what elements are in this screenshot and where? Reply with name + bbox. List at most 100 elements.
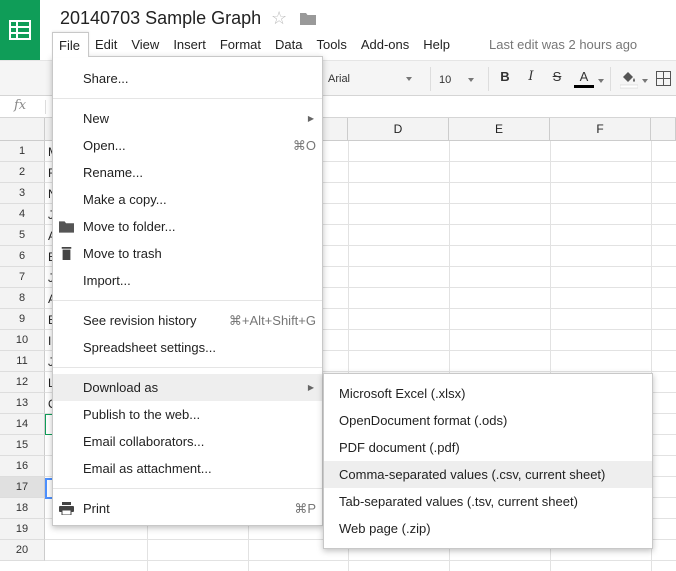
column-header-d[interactable]: D: [348, 118, 449, 141]
row-header[interactable]: 2: [0, 162, 45, 183]
row-header[interactable]: 1: [0, 141, 45, 162]
menu-addons[interactable]: Add-ons: [355, 32, 417, 57]
menu-tools[interactable]: Tools: [310, 32, 354, 57]
shortcut-label: ⌘O: [292, 138, 316, 153]
menu-item-download-as[interactable]: Download as ▶: [53, 374, 322, 401]
download-csv[interactable]: Comma-separated values (.csv, current sh…: [324, 461, 652, 488]
download-web-page[interactable]: Web page (.zip): [324, 515, 652, 542]
menu-format[interactable]: Format: [214, 32, 269, 57]
sheets-logo[interactable]: [0, 0, 40, 60]
row-header[interactable]: 4: [0, 204, 45, 225]
chevron-down-icon[interactable]: [642, 79, 648, 83]
text-color-label: A: [579, 69, 589, 84]
menu-separator: [53, 367, 322, 368]
row-header[interactable]: 18: [0, 498, 45, 519]
row-header[interactable]: 9: [0, 309, 45, 330]
column-header-g[interactable]: [651, 118, 676, 141]
star-icon[interactable]: ☆: [271, 8, 287, 29]
row-header[interactable]: 5: [0, 225, 45, 246]
print-icon: [59, 502, 74, 515]
menu-separator: [53, 98, 322, 99]
menu-item-label: Move to trash: [83, 246, 162, 261]
menu-item-make-copy[interactable]: Make a copy...: [53, 186, 322, 213]
select-all-corner[interactable]: [0, 118, 45, 141]
menu-item-move-to-trash[interactable]: Move to trash: [53, 240, 322, 267]
row-header[interactable]: 7: [0, 267, 45, 288]
grid-line: [45, 560, 676, 561]
text-color-swatch: [574, 85, 594, 88]
download-ods[interactable]: OpenDocument format (.ods): [324, 407, 652, 434]
font-family-value: Arial: [328, 73, 351, 85]
document-title[interactable]: 20140703 Sample Graph: [60, 8, 261, 29]
font-size-select[interactable]: 10: [430, 67, 480, 91]
fill-color-icon[interactable]: [620, 69, 638, 89]
menu-item-label: Open...: [83, 138, 126, 153]
menu-item-new[interactable]: New ▶: [53, 105, 322, 132]
row-header[interactable]: 11: [0, 351, 45, 372]
menu-item-import[interactable]: Import...: [53, 267, 322, 294]
italic-button[interactable]: I: [524, 69, 538, 89]
row-header[interactable]: 17: [0, 477, 45, 498]
menu-item-spreadsheet-settings[interactable]: Spreadsheet settings...: [53, 334, 322, 361]
menu-item-print[interactable]: Print ⌘P: [53, 495, 322, 522]
menu-item-email-attachment[interactable]: Email as attachment...: [53, 455, 322, 482]
shortcut-label: ⌘P: [294, 501, 316, 516]
fx-icon: fx: [14, 98, 27, 113]
toolbar-divider: [610, 67, 611, 91]
menu-item-label: Rename...: [83, 165, 143, 180]
menu-item-label: Email as attachment...: [83, 461, 212, 476]
menu-data[interactable]: Data: [269, 32, 310, 57]
menu-item-label: Move to folder...: [83, 219, 176, 234]
text-color-button[interactable]: A: [574, 69, 594, 89]
sheets-logo-icon: [9, 20, 31, 40]
row-header[interactable]: 20: [0, 540, 45, 561]
cell-a-value[interactable]: I: [48, 334, 51, 348]
row-header[interactable]: 13: [0, 393, 45, 414]
menu-item-label: Import...: [83, 273, 131, 288]
strikethrough-button[interactable]: S: [550, 69, 564, 89]
formula-divider: [45, 100, 46, 114]
chevron-down-icon[interactable]: [598, 79, 604, 83]
download-xlsx[interactable]: Microsoft Excel (.xlsx): [324, 380, 652, 407]
shortcut-label: ⌘+Alt+Shift+G: [228, 313, 316, 328]
menu-insert[interactable]: Insert: [167, 32, 214, 57]
file-menu: Share... New ▶ Open... ⌘O Rename... Make a…: [52, 56, 323, 526]
menu-separator: [53, 300, 322, 301]
column-header-e[interactable]: E: [449, 118, 550, 141]
row-header[interactable]: 12: [0, 372, 45, 393]
borders-icon[interactable]: [656, 71, 671, 86]
chevron-right-icon: ▶: [307, 114, 314, 123]
row-header[interactable]: 10: [0, 330, 45, 351]
menu-item-email-collaborators[interactable]: Email collaborators...: [53, 428, 322, 455]
menu-item-share[interactable]: Share...: [53, 65, 322, 92]
download-as-submenu: Microsoft Excel (.xlsx) OpenDocument for…: [323, 373, 653, 549]
download-pdf[interactable]: PDF document (.pdf): [324, 434, 652, 461]
row-header[interactable]: 15: [0, 435, 45, 456]
row-header[interactable]: 14: [0, 414, 45, 435]
menu-item-rename[interactable]: Rename...: [53, 159, 322, 186]
row-header[interactable]: 6: [0, 246, 45, 267]
row-header[interactable]: 16: [0, 456, 45, 477]
menu-item-publish[interactable]: Publish to the web...: [53, 401, 322, 428]
menu-item-revision-history[interactable]: See revision history ⌘+Alt+Shift+G: [53, 307, 322, 334]
row-header[interactable]: 3: [0, 183, 45, 204]
menu-file[interactable]: File: [52, 32, 89, 57]
trash-icon: [61, 247, 72, 260]
last-edit-status[interactable]: Last edit was 2 hours ago: [489, 37, 637, 52]
column-header-f[interactable]: F: [550, 118, 651, 141]
menu-item-move-to-folder[interactable]: Move to folder...: [53, 213, 322, 240]
chevron-down-icon: [468, 78, 474, 82]
menu-item-label: Publish to the web...: [83, 407, 201, 422]
menu-help[interactable]: Help: [417, 32, 458, 57]
row-header[interactable]: 19: [0, 519, 45, 540]
bold-button[interactable]: B: [498, 69, 512, 89]
folder-icon[interactable]: [300, 12, 316, 25]
font-family-select[interactable]: Arial: [322, 67, 418, 91]
download-tsv[interactable]: Tab-separated values (.tsv, current shee…: [324, 488, 652, 515]
menu-edit[interactable]: Edit: [89, 32, 125, 57]
menu-item-open[interactable]: Open... ⌘O: [53, 132, 322, 159]
menu-item-label: Make a copy...: [83, 192, 167, 207]
menu-view[interactable]: View: [125, 32, 167, 57]
row-header[interactable]: 8: [0, 288, 45, 309]
menu-item-label: Email collaborators...: [83, 434, 205, 449]
